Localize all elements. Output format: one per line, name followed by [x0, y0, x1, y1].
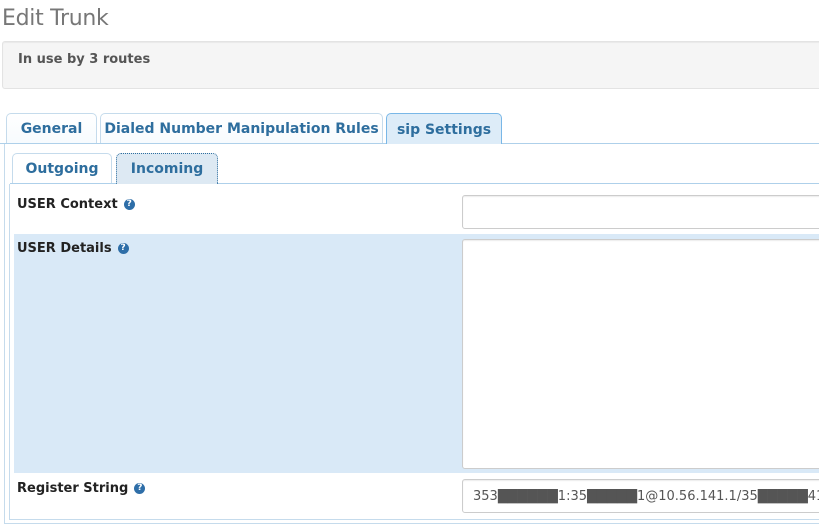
usage-info-box: In use by 3 routes: [2, 41, 819, 89]
user-details-row-label: USER Details ?: [17, 241, 129, 256]
tab-dialed-number-manipulation-rules[interactable]: Dialed Number Manipulation Rules: [100, 113, 383, 143]
tab-general[interactable]: General: [6, 113, 97, 143]
user-details-label: USER Details: [17, 241, 112, 256]
tab-sip-settings[interactable]: sip Settings: [386, 113, 502, 145]
user-context-input[interactable]: [462, 195, 819, 229]
user-context-row-label: USER Context ?: [17, 197, 135, 212]
register-string-input[interactable]: [462, 479, 819, 513]
help-icon[interactable]: ?: [123, 199, 135, 210]
panel-bottom-border: [4, 523, 819, 524]
page-title: Edit Trunk: [2, 6, 109, 31]
user-details-textarea[interactable]: [462, 239, 819, 469]
tab-outgoing[interactable]: Outgoing: [12, 153, 112, 183]
main-tabs: General Dialed Number Manipulation Rules…: [0, 112, 819, 145]
usage-text: In use by 3 routes: [18, 52, 151, 67]
user-context-label: USER Context: [17, 197, 118, 212]
tab-incoming[interactable]: Incoming: [116, 153, 218, 184]
register-string-row-label: Register String ?: [17, 481, 146, 496]
register-string-label: Register String: [17, 481, 129, 496]
help-icon[interactable]: ?: [117, 243, 129, 254]
help-icon[interactable]: ?: [134, 483, 146, 494]
